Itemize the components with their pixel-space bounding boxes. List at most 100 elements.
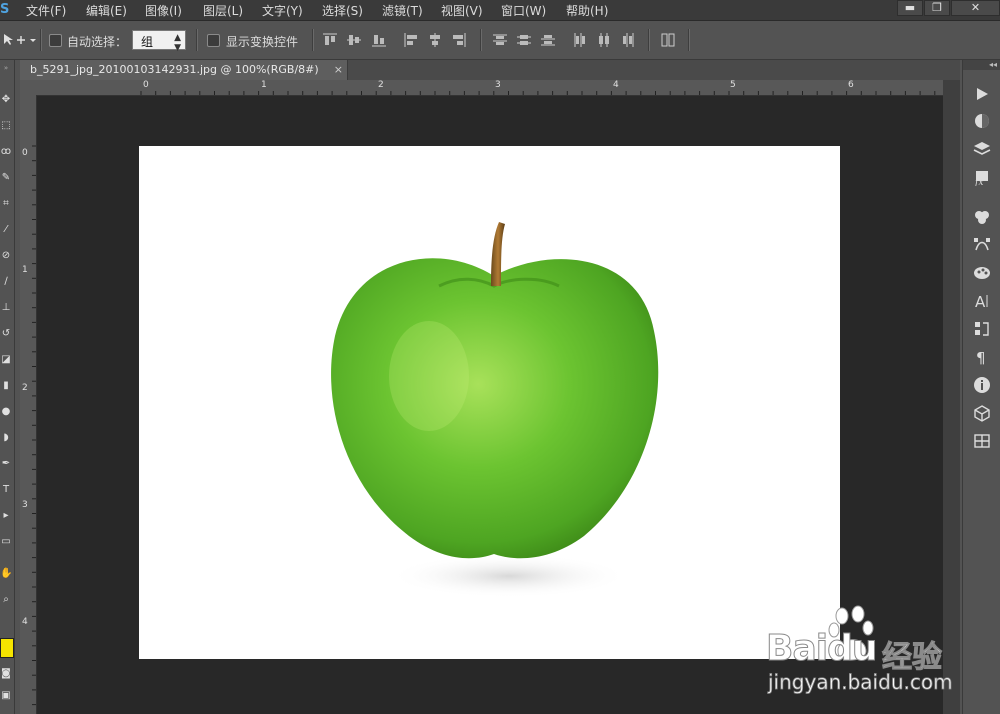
show-transform-checkbox[interactable] [207,34,220,47]
align-vcenter-icon[interactable] [346,32,362,48]
document-tab-title: b_5291_jpg_20100103142931.jpg @ 100%(RGB… [30,63,319,76]
watermark-url: jingyan.baidu.com [768,670,953,695]
character-icon[interactable]: A [973,292,991,310]
baidu-brand: Baidu [765,628,877,670]
ruler-origin[interactable] [20,80,36,95]
svg-text:fx: fx [974,178,983,186]
menu-type[interactable]: 文字(Y) [262,2,303,19]
ruler-h-label: 6 [848,80,854,90]
ruler-h-label: 0 [143,80,149,90]
move-icon[interactable]: ✥ [0,94,12,106]
gradient-icon[interactable]: ▮ [0,380,12,392]
menu-view[interactable]: 视图(V) [441,2,483,19]
menu-filter[interactable]: 滤镜(T) [382,2,423,19]
dodge-icon[interactable]: ◗ [0,432,12,444]
history-brush-icon[interactable]: ↺ [0,328,12,340]
document-canvas[interactable] [139,146,840,659]
blur-icon[interactable]: ● [0,406,12,418]
auto-select-checkbox[interactable] [49,34,62,47]
restore-button[interactable]: ❐ [924,0,950,16]
3d-icon[interactable] [973,404,991,422]
align-hcenter-icon[interactable] [427,32,443,48]
horizontal-ruler-ticks [140,91,936,95]
shape-icon[interactable]: ▭ [0,536,12,548]
menu-select[interactable]: 选择(S) [322,2,363,19]
crop-icon[interactable]: ⌗ [0,198,12,210]
menu-image[interactable]: 图像(I) [145,2,182,19]
swatches-palette-icon[interactable] [973,264,991,282]
quick-select-icon[interactable]: ✎ [0,172,12,184]
align-right-icon[interactable] [451,32,467,48]
svg-text:A: A [975,293,986,310]
tab-close-icon[interactable]: × [334,60,343,80]
ruler-h-label: 4 [613,80,619,90]
align-left-icon[interactable] [403,32,419,48]
dock-collapse-icon[interactable]: ◂◂ [963,60,1000,70]
ruler-v-label: 0 [22,148,28,158]
ruler-v-label: 1 [22,265,28,275]
menu-edit[interactable]: 编辑(E) [86,2,127,19]
distribute-bottom-icon[interactable] [540,32,556,48]
menu-layer[interactable]: 图层(L) [203,2,243,19]
ruler-v-label: 3 [22,500,28,510]
pen-icon[interactable]: ✒ [0,458,12,470]
type-icon[interactable]: T [0,484,12,496]
move-tool-icon[interactable] [2,33,36,47]
svg-text:¶: ¶ [976,349,986,366]
distribute-right-icon[interactable] [620,32,636,48]
foreground-color-swatch[interactable] [0,638,14,658]
distribute-vcenter-icon[interactable] [516,32,532,48]
auto-select-label: 自动选择： [67,35,128,49]
lasso-icon[interactable]: ꝏ [0,146,12,158]
clone-stamp-icon[interactable]: ⊥ [0,302,12,314]
eyedropper-icon[interactable]: ⁄ [0,224,12,236]
distribute-top-icon[interactable] [492,32,508,48]
green-apple-image [331,222,659,598]
fx-styles-icon[interactable]: fx [973,168,991,186]
ruler-v-label: 2 [22,383,28,393]
horizontal-ruler[interactable]: 0 1 2 3 4 5 6 [36,80,943,96]
channels-icon[interactable] [973,208,991,226]
quick-mask-icon[interactable]: ◙ [0,668,12,680]
zoom-icon[interactable]: ⌕ [0,594,12,606]
distribute-left-icon[interactable] [572,32,588,48]
ruler-h-label: 2 [378,80,384,90]
hand-icon[interactable]: ✋ [0,568,12,580]
play-action-icon[interactable] [973,85,991,103]
layers-icon[interactable] [973,140,991,158]
ruler-h-label: 3 [495,80,501,90]
paths-icon[interactable] [973,236,991,254]
vertical-ruler[interactable]: 0 1 2 3 4 [20,95,37,714]
baidu-brand-text: Baidu [765,628,877,670]
eraser-icon[interactable]: ◪ [0,354,12,366]
options-bar: 自动选择： 组 ▲ ▼ 显示变换控件 [0,21,1000,60]
menu-bar: S 文件(F) 编辑(E) 图像(I) 图层(L) 文字(Y) 选择(S) 滤镜… [0,0,1000,21]
menu-file[interactable]: 文件(F) [26,2,66,19]
align-top-icon[interactable] [322,32,338,48]
auto-align-icon[interactable] [660,32,676,48]
auto-select-dropdown[interactable]: 组 ▲ ▼ [132,30,186,53]
distribute-hcenter-icon[interactable] [596,32,612,48]
minimize-button[interactable]: ▬ [897,0,923,16]
menu-help[interactable]: 帮助(H) [566,2,608,19]
grid-panel-icon[interactable] [973,432,991,450]
close-button[interactable]: ✕ [951,0,1000,16]
marquee-icon[interactable]: ⬚ [0,120,12,132]
screen-mode-icon[interactable]: ▣ [0,690,12,702]
auto-select-value: 组 [141,35,154,49]
menu-window[interactable]: 窗口(W) [501,2,546,19]
paragraph-icon[interactable]: ¶ [973,348,991,366]
chevron-updown-icon: ▲ ▼ [174,33,181,53]
brush-icon[interactable]: ∕ [0,276,12,288]
adjustments-icon[interactable] [973,112,991,130]
baidu-jingyan-watermark: Baidu 经验 jingyan.baidu.com [765,604,956,696]
align-bottom-icon[interactable] [371,32,387,48]
panel-collapse-icon[interactable]: » [0,62,12,74]
document-tab[interactable]: b_5291_jpg_20100103142931.jpg @ 100%(RGB… [20,60,348,80]
brush-presets-icon[interactable] [973,320,991,338]
ruler-h-label: 1 [261,80,267,90]
app-logo: S [0,2,10,17]
healing-brush-icon[interactable]: ⊘ [0,250,12,262]
path-select-icon[interactable]: ▸ [0,510,12,522]
info-icon[interactable] [973,376,991,394]
